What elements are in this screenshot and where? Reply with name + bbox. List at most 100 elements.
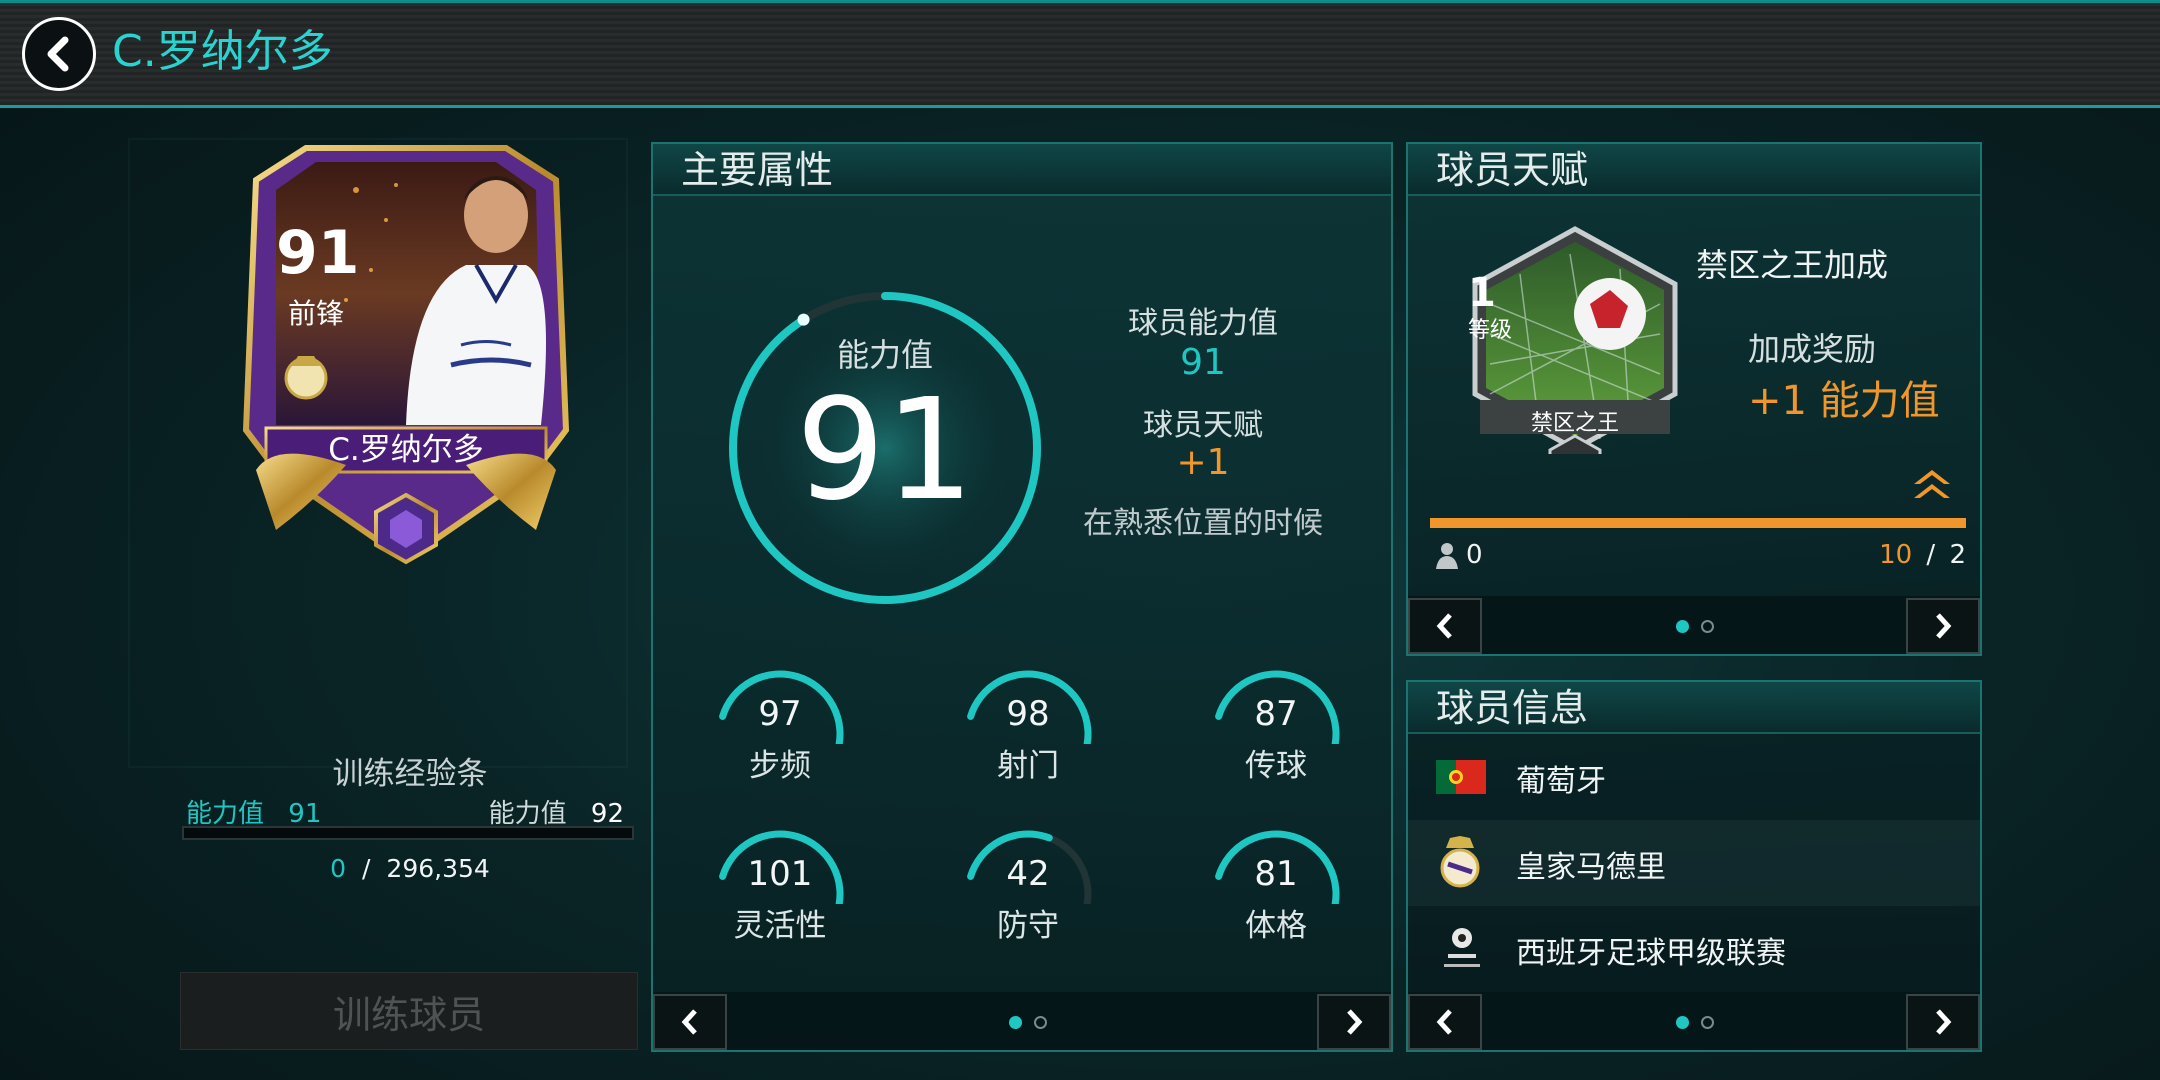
- training-progress-text: 0 / 296,354: [180, 854, 640, 883]
- info-club-text: 皇家马德里: [1516, 850, 1666, 885]
- chevron-left-icon: [1436, 613, 1452, 639]
- attributes-next-button[interactable]: [1317, 994, 1391, 1050]
- training-next: 能力值 92: [489, 793, 624, 830]
- info-prev-button[interactable]: [1408, 994, 1482, 1050]
- page-title: C.罗纳尔多: [112, 26, 333, 77]
- chevron-right-icon: [1347, 1009, 1363, 1035]
- chevron-left-icon: [681, 1009, 697, 1035]
- talent-reward-value: +1 能力值: [1748, 378, 1940, 424]
- training-current-value: 91: [288, 799, 322, 829]
- stat-label: 灵活性: [733, 908, 827, 944]
- stat-label: 步频: [749, 748, 811, 784]
- talent-progress-count: 10 / 2: [1879, 540, 1966, 570]
- talent-badge-level-label: 等级: [1468, 318, 1513, 343]
- training-progress-total: 296,354: [386, 854, 490, 883]
- stat-gauge: 97 步频: [710, 664, 850, 794]
- talent-pager: [1408, 596, 1980, 654]
- info-league-text: 西班牙足球甲级联赛: [1516, 936, 1786, 971]
- stat-gauge: 101 灵活性: [710, 824, 850, 954]
- info-nation-text: 葡萄牙: [1516, 764, 1606, 799]
- talent-progress-bar: [1430, 518, 1966, 528]
- card-rating: 91: [276, 218, 360, 288]
- chevron-left-icon: [47, 36, 69, 72]
- info-heading: 球员信息: [1436, 686, 1589, 730]
- card-position: 前锋: [287, 297, 344, 330]
- talent-progress-left: 0: [1466, 540, 1483, 570]
- player-card[interactable]: 91 前锋 C.罗纳尔多: [236, 140, 576, 575]
- info-next-button[interactable]: [1906, 994, 1980, 1050]
- laliga-logo-icon: [1444, 928, 1480, 967]
- talent-label: 球员天赋: [1143, 408, 1263, 443]
- page-dot: [1701, 620, 1714, 633]
- card-name: C.罗纳尔多: [328, 432, 484, 468]
- page-dot-active: [1009, 1016, 1022, 1029]
- info-row-league[interactable]: 西班牙足球甲级联赛: [1408, 906, 1980, 992]
- train-player-button-label: 训练球员: [332, 992, 485, 1037]
- stat-gauge: 81 体格: [1206, 824, 1346, 954]
- talent-prev-button[interactable]: [1408, 598, 1482, 654]
- talent-next-button[interactable]: [1906, 598, 1980, 654]
- stat-gauge: 98 射门: [958, 664, 1098, 794]
- talent-badge-name: 禁区之王: [1530, 411, 1619, 436]
- stat-label: 体格: [1245, 908, 1307, 944]
- info-header: 球员信息: [1408, 682, 1980, 734]
- talent-progress-current: 10: [1879, 540, 1913, 570]
- double-chevron-up-icon: [1914, 470, 1950, 498]
- attributes-header: 主要属性: [653, 144, 1391, 196]
- training-progress-bar: [182, 826, 634, 840]
- stat-label: 射门: [997, 748, 1059, 784]
- info-panel: 球员信息 葡萄牙 皇家马德里 西班牙足球甲级联赛: [1406, 680, 1982, 1052]
- info-pager: [1408, 992, 1980, 1050]
- talent-value: +1: [1176, 442, 1230, 483]
- stat-gauge: 87 传球: [1206, 664, 1346, 794]
- talent-panel: 球员天赋 1 等级 禁区之王 禁区之王加成 加成奖励 +1 能力值 0 10 /…: [1406, 142, 1982, 656]
- talent-bonus-title: 禁区之王加成: [1696, 246, 1889, 284]
- player-card-frame: [242, 145, 570, 565]
- chevron-right-icon: [1936, 613, 1952, 639]
- training-progress-current: 0: [330, 854, 347, 883]
- train-player-button[interactable]: 训练球员: [180, 972, 638, 1050]
- chevron-left-icon: [1436, 1009, 1452, 1035]
- real-madrid-crest-icon: [1440, 836, 1480, 888]
- info-row-club[interactable]: 皇家马德里: [1408, 820, 1980, 906]
- stat-value: 98: [1006, 694, 1050, 734]
- back-button[interactable]: [22, 17, 96, 91]
- talent-reward-label: 加成奖励: [1748, 330, 1877, 368]
- info-row-nation[interactable]: 葡萄牙: [1408, 734, 1980, 820]
- talent-progress-sep: /: [1926, 540, 1936, 570]
- attributes-pager: [653, 992, 1391, 1050]
- chevron-right-icon: [1936, 1009, 1952, 1035]
- stat-value: 101: [747, 854, 813, 894]
- player-rating-value: 91: [1180, 342, 1226, 383]
- attributes-panel: 主要属性 能力值 91 球员能力值 91 球员天赋 +1 在熟悉位置的时候 97…: [651, 142, 1393, 1052]
- talent-header: 球员天赋: [1408, 144, 1980, 196]
- stat-value: 81: [1254, 854, 1298, 894]
- stat-gauge: 42 防守: [958, 824, 1098, 954]
- stat-label: 防守: [997, 908, 1059, 944]
- page-dot-active: [1676, 620, 1689, 633]
- attributes-prev-button[interactable]: [653, 994, 727, 1050]
- talent-progress-total: 2: [1949, 540, 1966, 570]
- training-current: 能力值 91: [186, 793, 321, 830]
- page-dot: [1701, 1016, 1714, 1029]
- stat-value: 87: [1254, 694, 1298, 734]
- talent-progress-fill: [1430, 518, 1966, 528]
- portugal-flag-icon: [1436, 760, 1486, 794]
- training-current-label: 能力值: [186, 799, 265, 829]
- overall-value: 91: [795, 369, 975, 532]
- training-next-label: 能力值: [488, 799, 567, 829]
- attributes-heading: 主要属性: [681, 148, 834, 192]
- stat-label: 传球: [1245, 748, 1307, 784]
- talent-note: 在熟悉位置的时候: [1083, 506, 1323, 541]
- talent-heading: 球员天赋: [1436, 148, 1589, 192]
- page-dot: [1034, 1016, 1047, 1029]
- stat-value: 97: [758, 694, 802, 734]
- overall-gauge-tip: [797, 313, 810, 326]
- training-next-value: 92: [590, 799, 624, 829]
- person-icon: [1436, 543, 1458, 569]
- training-bar-title: 训练经验条: [332, 756, 488, 792]
- stat-value: 42: [1006, 854, 1050, 894]
- talent-badge-level: 1: [1468, 270, 1496, 316]
- player-rating-label: 球员能力值: [1128, 306, 1278, 341]
- page-dot-active: [1676, 1016, 1689, 1029]
